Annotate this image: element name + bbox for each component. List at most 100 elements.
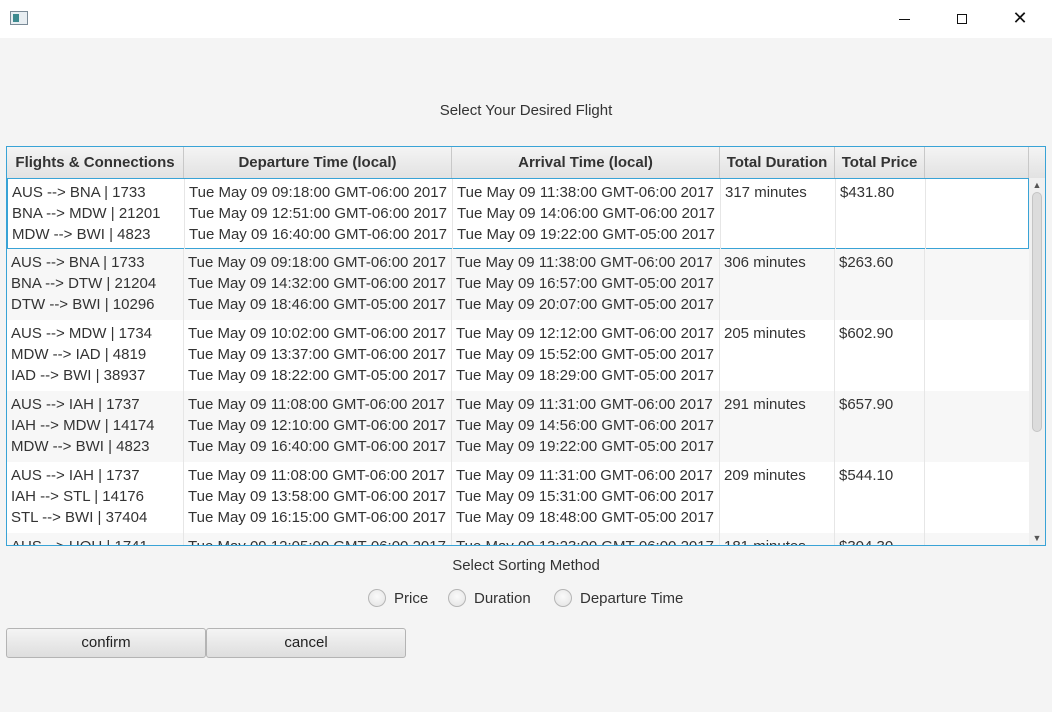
table-row[interactable]: AUS --> MDW | 1734 MDW --> IAD | 4819 IAD … [7,320,1029,391]
cell-flights-line: AUS --> HOU | 1741 [11,536,183,545]
maximize-button[interactable] [933,0,991,38]
cell-departure-line: Tue May 09 13:58:00 GMT-06:00 2017 [188,488,446,505]
cell-flights-line: MDW --> BWI | 4823 [12,226,151,243]
cell-departure-line: Tue May 09 16:40:00 GMT-06:00 2017 [189,226,447,243]
column-header-price[interactable]: Total Price [835,147,925,178]
title-bar: ✕ [0,0,1052,38]
cell-duration: 291 minutes [720,391,835,462]
cell-departure-line: Tue May 09 10:02:00 GMT-06:00 2017 [188,325,446,342]
cell-departure-line: Tue May 09 13:37:00 GMT-06:00 2017 [188,346,446,363]
scroll-up-icon[interactable]: ▲ [1029,178,1045,192]
cell-flights-line: BNA --> MDW | 21201 [12,205,161,222]
cell-arrival-line: Tue May 09 11:38:00 GMT-06:00 2017 [457,184,714,201]
cell-departure-line: Tue May 09 11:08:00 GMT-06:00 2017 [188,396,445,413]
table-row[interactable]: AUS --> BNA | 1733 BNA --> DTW | 21204 DTW… [7,249,1029,320]
cell-arrival-line: Tue May 09 16:57:00 GMT-05:00 2017 [456,275,714,292]
cell-departure-line: Tue May 09 16:40:00 GMT-06:00 2017 [188,438,446,455]
cell-filler [926,179,1029,250]
cell-flights: AUS --> BNA | 1733 BNA --> DTW | 21204 DTW… [7,249,184,320]
cell-price: $304.30 [835,533,925,545]
cell-flights-line: AUS --> IAH | 1737 [11,396,140,413]
cell-price-value: $263.60 [839,254,894,271]
cell-arrival: Tue May 09 12:12:00 GMT-06:00 2017 Tue Ma… [452,320,720,391]
cell-arrival-line: Tue May 09 15:52:00 GMT-05:00 2017 [456,346,714,363]
sort-radio-duration[interactable]: Duration [448,587,531,609]
cell-flights-line: MDW --> BWI | 4823 [11,438,150,455]
cell-departure-line: Tue May 09 12:05:00 GMT-06:00 2017 [188,536,451,545]
cell-duration-value: 306 minutes [724,254,806,271]
radio-icon[interactable] [448,589,466,607]
cell-duration: 317 minutes [721,179,836,250]
cell-filler [925,320,1029,391]
cell-arrival: Tue May 09 11:38:00 GMT-06:00 2017 Tue Ma… [452,249,720,320]
column-header-flights[interactable]: Flights & Connections [7,147,184,178]
cell-departure-line: Tue May 09 12:10:00 GMT-06:00 2017 [188,417,446,434]
vertical-scrollbar[interactable]: ▲ ▼ [1029,178,1045,545]
cell-flights: AUS --> HOU | 1741 [7,533,184,545]
cell-arrival: Tue May 09 13:23:00 GMT-06:00 2017 [452,533,720,545]
cell-departure: Tue May 09 11:08:00 GMT-06:00 2017 Tue Ma… [184,462,452,533]
cell-arrival: Tue May 09 11:31:00 GMT-06:00 2017 Tue Ma… [452,391,720,462]
close-button[interactable]: ✕ [991,0,1049,38]
radio-icon[interactable] [368,589,386,607]
sort-radio-departure-time[interactable]: Departure Time [554,587,683,609]
table-row[interactable]: AUS --> IAH | 1737 IAH --> MDW | 14174 MDW… [7,391,1029,462]
column-header-arrival[interactable]: Arrival Time (local) [452,147,720,178]
table-row[interactable]: AUS --> IAH | 1737 IAH --> STL | 14176 STL… [7,462,1029,533]
table-body: AUS --> BNA | 1733 BNA --> MDW | 21201 MDW… [7,178,1029,545]
scroll-down-icon[interactable]: ▼ [1029,531,1045,545]
cell-departure: Tue May 09 12:05:00 GMT-06:00 2017 [184,533,452,545]
cell-price-value: $657.90 [839,396,894,413]
cell-price: $431.80 [836,179,926,250]
cell-duration: 205 minutes [720,320,835,391]
radio-icon[interactable] [554,589,572,607]
app-icon [10,11,28,25]
cell-arrival-line: Tue May 09 11:31:00 GMT-06:00 2017 [456,467,713,484]
scroll-thumb[interactable] [1032,192,1042,432]
sorting-label: Select Sorting Method [452,557,600,574]
radio-label-duration[interactable]: Duration [474,590,531,607]
cell-arrival-line: Tue May 09 19:22:00 GMT-05:00 2017 [457,226,715,243]
cell-duration: 306 minutes [720,249,835,320]
column-header-filler [925,147,1029,178]
column-header-departure[interactable]: Departure Time (local) [184,147,452,178]
radio-label-price[interactable]: Price [394,590,428,607]
radio-label-departure-time[interactable]: Departure Time [580,590,683,607]
confirm-button[interactable]: confirm [6,628,206,658]
cell-arrival-line: Tue May 09 20:07:00 GMT-05:00 2017 [456,296,714,313]
cell-departure: Tue May 09 09:18:00 GMT-06:00 2017 Tue Ma… [185,179,453,250]
cell-duration-value: 209 minutes [724,467,806,484]
cell-filler [925,533,1029,545]
cell-flights-line: AUS --> IAH | 1737 [11,467,140,484]
cell-price: $263.60 [835,249,925,320]
cell-price: $602.90 [835,320,925,391]
cell-arrival-line: Tue May 09 13:23:00 GMT-06:00 2017 [456,536,719,545]
cell-departure-line: Tue May 09 14:32:00 GMT-06:00 2017 [188,275,446,292]
table-row[interactable]: AUS --> BNA | 1733 BNA --> MDW | 21201 MDW… [7,178,1029,250]
sort-radio-price[interactable]: Price [368,587,428,609]
cancel-button[interactable]: cancel [206,628,406,658]
cell-departure-line: Tue May 09 09:18:00 GMT-06:00 2017 [188,254,446,271]
table-row[interactable]: AUS --> HOU | 1741 Tue May 09 12:05:00 GM… [7,533,1029,545]
page-title: Select Your Desired Flight [439,102,613,119]
cell-departure-line: Tue May 09 12:51:00 GMT-06:00 2017 [189,205,447,222]
cell-flights-line: AUS --> MDW | 1734 [11,325,153,342]
flights-table[interactable]: Flights & Connections Departure Time (lo… [6,146,1046,546]
cell-duration-value: 291 minutes [724,396,806,413]
cell-departure-line: Tue May 09 18:22:00 GMT-05:00 2017 [188,367,446,384]
column-header-duration[interactable]: Total Duration [720,147,835,178]
minimize-button[interactable] [875,0,933,38]
cell-departure: Tue May 09 10:02:00 GMT-06:00 2017 Tue Ma… [184,320,452,391]
cell-arrival-line: Tue May 09 11:38:00 GMT-06:00 2017 [456,254,713,271]
cell-filler [925,462,1029,533]
cell-price: $657.90 [835,391,925,462]
cell-arrival: Tue May 09 11:38:00 GMT-06:00 2017 Tue Ma… [453,179,721,250]
maximize-icon [957,14,967,24]
cell-departure-line: Tue May 09 18:46:00 GMT-05:00 2017 [188,296,446,313]
cell-flights-line: AUS --> BNA | 1733 [12,184,146,201]
cell-departure-line: Tue May 09 11:08:00 GMT-06:00 2017 [188,467,445,484]
cell-duration-value: 317 minutes [725,184,807,201]
cell-departure-line: Tue May 09 09:18:00 GMT-06:00 2017 [189,184,447,201]
cell-flights-line: IAH --> MDW | 14174 [11,417,155,434]
cell-price-value: $602.90 [839,325,894,342]
